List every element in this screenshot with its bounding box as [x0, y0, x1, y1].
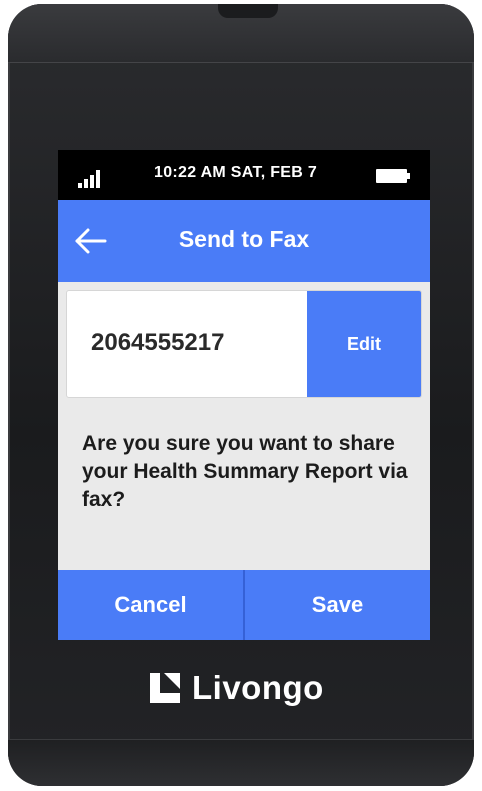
brand-name: Livongo	[192, 669, 324, 706]
livongo-logo-icon	[150, 673, 180, 703]
device-screen: 10:22 AM SAT, FEB 7 Send to Fax 20645552…	[58, 150, 430, 640]
confirmation-message: Are you sure you want to share your Heal…	[82, 432, 408, 511]
fax-number-field: 2064555217 Edit	[66, 290, 422, 398]
title-bar: Send to Fax	[58, 200, 430, 282]
signal-bars-icon	[78, 170, 100, 188]
back-arrow-icon[interactable]	[74, 226, 108, 256]
cancel-button[interactable]: Cancel	[58, 570, 243, 640]
brand-logo: Livongo	[150, 668, 324, 708]
save-button[interactable]: Save	[245, 570, 430, 640]
device-bottom-band	[8, 739, 474, 786]
status-time-date: 10:22 AM SAT, FEB 7	[154, 164, 318, 181]
status-bar: 10:22 AM SAT, FEB 7	[58, 150, 430, 200]
action-bar: Cancel Save	[58, 570, 430, 640]
page-title: Send to Fax	[178, 226, 310, 252]
device-notch	[218, 4, 278, 18]
battery-full-icon	[376, 169, 410, 183]
edit-button[interactable]: Edit	[307, 291, 421, 397]
fax-number: 2064555217	[91, 329, 225, 356]
